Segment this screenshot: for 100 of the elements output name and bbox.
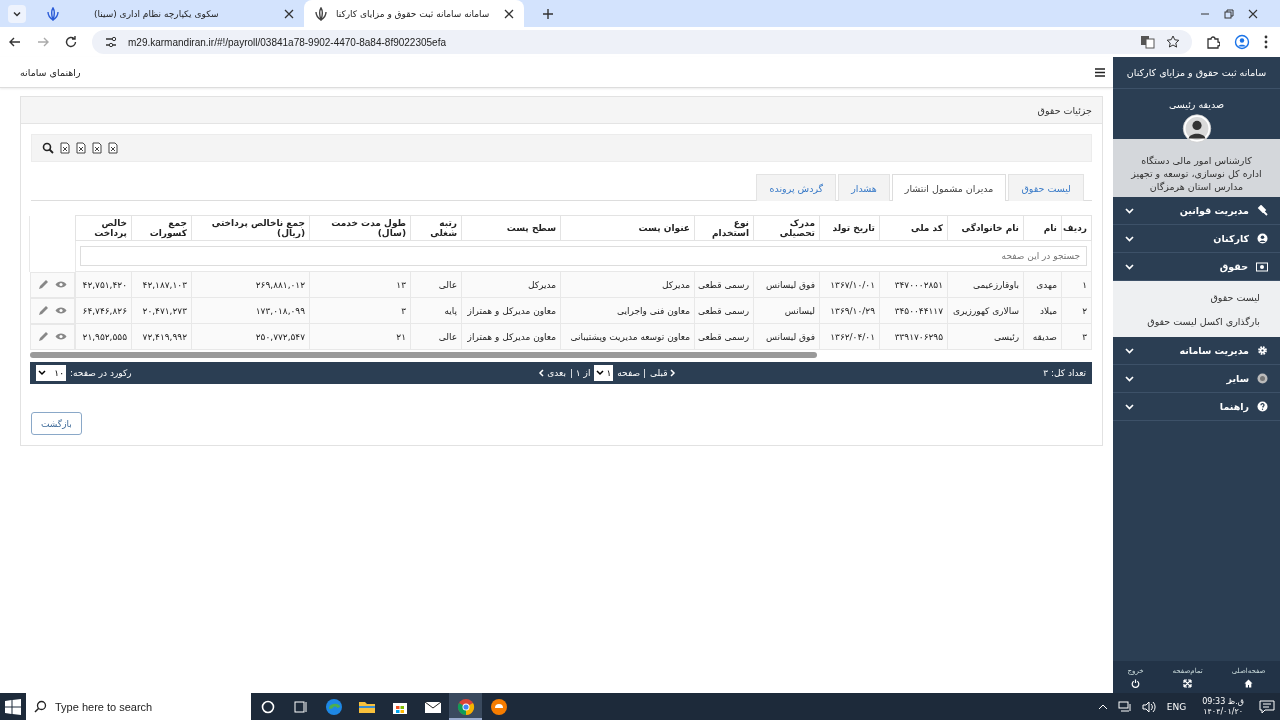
menu-item[interactable]: مدیریت سامانه: [1113, 337, 1280, 366]
table-cell: پایه: [410, 297, 462, 324]
table-cell: ۳: [309, 297, 411, 324]
page-count: از ۱ |: [569, 368, 591, 378]
chevron-down-icon: [1125, 235, 1134, 242]
tab[interactable]: لیست حقوق: [1008, 174, 1084, 201]
table-cell: ۶۴,۷۴۶,۸۲۶: [75, 297, 132, 324]
chrome-icon: [456, 697, 475, 716]
restore-icon[interactable]: [1224, 8, 1234, 19]
home-icon: [1244, 678, 1254, 688]
app-title: سامانه ثبت حقوق و مزایای کارکنان: [1126, 67, 1267, 78]
profile-icon[interactable]: [1234, 34, 1250, 50]
per-page-select[interactable]: ۱۰: [36, 365, 66, 381]
pencil-icon[interactable]: [37, 305, 49, 316]
clock-date[interactable]: ۱۴۰۴/۰۱/۲۰: [1203, 706, 1243, 717]
table-cell: رسمی قطعی: [694, 323, 754, 350]
windows-start-icon[interactable]: [5, 698, 21, 715]
column-header: رتبه شغلی: [410, 215, 462, 241]
help-icon: [1257, 401, 1268, 413]
menu-item[interactable]: کارکنان: [1113, 225, 1280, 254]
table-cell: ۲: [1061, 297, 1092, 324]
back-icon[interactable]: [8, 35, 22, 49]
translate-icon[interactable]: [1140, 35, 1156, 49]
excel-file-icon[interactable]: [92, 142, 102, 154]
banknote-icon: [1256, 261, 1268, 272]
table-cell: فوق لیسانس: [753, 271, 820, 298]
network-icon[interactable]: [1117, 700, 1132, 713]
panel-title: جزئیات حقوق: [1037, 104, 1092, 116]
extensions-icon[interactable]: [1206, 35, 1220, 49]
caret-icon[interactable]: [1097, 703, 1108, 710]
chevron-down-icon: [38, 370, 46, 376]
table-cell: مهدی: [1023, 271, 1062, 298]
column-header: طول مدت خدمت (سال): [309, 215, 411, 241]
eye-icon[interactable]: [54, 332, 67, 341]
search-field[interactable]: جستجو در این صفحه: [80, 246, 1087, 266]
next-link[interactable]: بعدی: [538, 368, 566, 378]
submenu-item[interactable]: بارگذاری اکسل لیست حقوق: [1113, 309, 1280, 334]
tab[interactable]: گردش پرونده: [756, 174, 837, 201]
scrollbar[interactable]: [30, 352, 817, 358]
column-header: تاریخ تولد: [819, 215, 880, 241]
menu-icon[interactable]: [1095, 67, 1105, 77]
menu-item[interactable]: مدیریت قوانین: [1113, 197, 1280, 226]
close-icon[interactable]: [1248, 8, 1258, 19]
notification-icon[interactable]: [1259, 699, 1275, 714]
clock-time[interactable]: ق.ظ 09:33: [1202, 696, 1244, 707]
chevron-down-icon: [1125, 263, 1134, 270]
fullscreen-icon: [1183, 678, 1193, 688]
taskbar-search-field[interactable]: Type here to search: [26, 693, 251, 720]
table-cell: صدیقه: [1023, 323, 1062, 350]
eye-icon[interactable]: [54, 306, 67, 315]
table-cell: مدیرکل: [560, 271, 695, 298]
excel-file-icon[interactable]: [60, 142, 70, 154]
table-cell: معاون توسعه مدیریت وپشتیبانی: [560, 323, 695, 350]
column-header: نوع استخدام: [694, 215, 754, 241]
star-icon[interactable]: [1166, 35, 1180, 49]
table-cell: ۴۲,۷۵۱,۴۲۰: [75, 271, 132, 298]
table-cell: ۴۲,۱۸۷,۱۰۳: [131, 271, 192, 298]
close-icon[interactable]: [284, 8, 294, 19]
page-label: | صفحه: [617, 368, 646, 378]
table-cell: ۲۱: [309, 323, 411, 350]
excel-file-icon[interactable]: [108, 142, 118, 154]
excel-file-icon[interactable]: [76, 142, 86, 154]
previous-link[interactable]: قبلی: [650, 368, 677, 378]
menu-item[interactable]: سایر: [1113, 365, 1280, 394]
table-cell: معاون مدیرکل و همتراز: [461, 323, 561, 350]
tab-search-button[interactable]: [8, 4, 26, 23]
browser-tab[interactable]: سکوی یکپارچه نظام اداری (سینا): [84, 0, 304, 27]
reload-icon[interactable]: [64, 35, 78, 49]
address-bar[interactable]: m29.karmandiran.ir/#!/payroll/03841a78-9902-4470-8a84-8f9022305efa: [92, 30, 1192, 54]
tab[interactable]: مدیران مشمول انتشار: [891, 174, 1007, 201]
column-header: جمع ناخالص پرداختی (ریال): [191, 215, 310, 241]
gavel-icon: [1257, 205, 1268, 217]
chevron-down-icon: [1125, 375, 1134, 382]
submenu-item[interactable]: لیست حقوق: [1113, 285, 1280, 310]
settings-icon: [1257, 345, 1268, 357]
emblem-icon[interactable]: [46, 6, 60, 21]
per-page-label: رکورد در صفحه:: [70, 368, 132, 378]
user-name: صدیقه رئیسی: [1168, 99, 1225, 110]
column-header: کد ملی: [879, 215, 948, 241]
emblem-icon: [314, 6, 328, 21]
column-header: ردیف: [1061, 215, 1092, 241]
page-select[interactable]: ۱: [594, 365, 614, 381]
tab[interactable]: هشدار: [838, 174, 890, 201]
eye-icon[interactable]: [54, 280, 67, 289]
new-tab-icon[interactable]: [542, 7, 554, 20]
volume-icon[interactable]: [1141, 700, 1156, 713]
column-header: سطح پست: [461, 215, 561, 241]
back-button[interactable]: بازگشت: [31, 412, 82, 435]
close-icon[interactable]: [504, 8, 514, 19]
browser-tab[interactable]: سامانه سامانه ثبت حقوق و مزایای کارکنا: [304, 0, 524, 27]
table-cell: رسمی قطعی: [694, 297, 754, 324]
menu-item[interactable]: راهنما: [1113, 393, 1280, 422]
pencil-icon[interactable]: [37, 331, 49, 342]
chevron-down-icon: [596, 370, 605, 376]
language-indicator[interactable]: ENG: [1166, 701, 1187, 712]
help-link[interactable]: راهنمای سامانه: [20, 66, 81, 78]
pencil-icon[interactable]: [37, 279, 49, 290]
menu-icon[interactable]: [1264, 35, 1268, 49]
site-settings-icon[interactable]: [104, 35, 118, 49]
search-icon[interactable]: [42, 142, 54, 154]
